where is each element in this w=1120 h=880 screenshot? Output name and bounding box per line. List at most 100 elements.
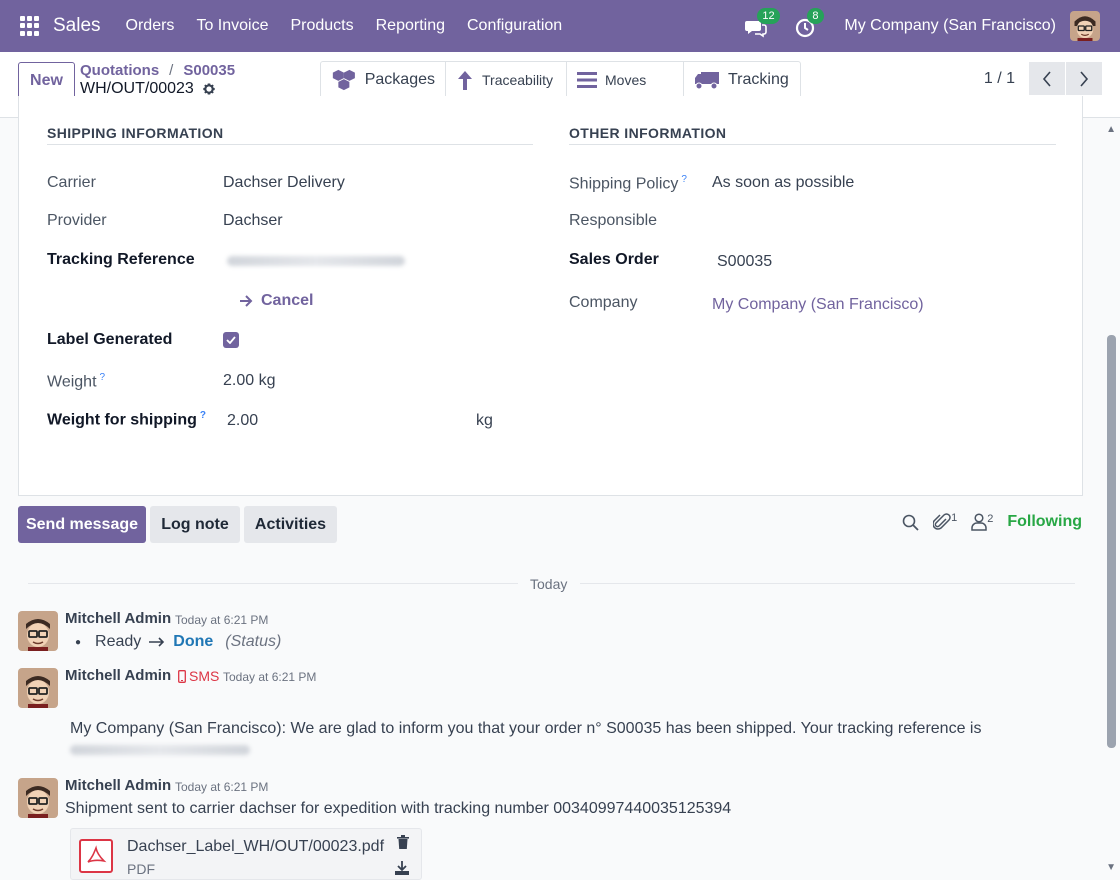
breadcrumb-order[interactable]: S00035 xyxy=(183,62,235,79)
shipping-information-title: SHIPPING INFORMATION xyxy=(47,125,224,141)
scrollbar-thumb[interactable] xyxy=(1107,335,1116,748)
attachment-name[interactable]: Dachser_Label_WH/OUT/00023.pdf xyxy=(127,838,384,856)
activities-badge: 8 xyxy=(807,8,824,24)
message-avatar[interactable] xyxy=(18,611,58,651)
date-divider-left xyxy=(28,583,518,584)
app-name[interactable]: Sales xyxy=(53,15,101,37)
cancel-shipment-link[interactable]: Cancel xyxy=(239,292,313,310)
bars-icon xyxy=(577,72,597,88)
activities-button[interactable]: Activities xyxy=(244,506,337,543)
carrier-field[interactable]: Dachser Delivery xyxy=(223,174,345,192)
cubes-icon xyxy=(332,69,355,91)
menu-orders[interactable]: Orders xyxy=(115,17,186,35)
tracking-reference-field[interactable] xyxy=(227,256,405,266)
breadcrumb-separator: / xyxy=(169,62,174,79)
message-author[interactable]: Mitchell Admin xyxy=(65,777,171,794)
followers-button[interactable]: 2 xyxy=(971,513,993,531)
message-avatar[interactable] xyxy=(18,778,58,818)
weight-label: Weight? xyxy=(47,372,106,391)
activities-clock-icon[interactable]: 8 xyxy=(794,8,824,40)
message-time: Today at 6:21 PM xyxy=(223,670,317,684)
weight-shipping-input[interactable]: 2.00 xyxy=(227,412,258,430)
message-avatar[interactable] xyxy=(18,668,58,708)
arrow-right-icon xyxy=(240,295,253,307)
check-icon xyxy=(226,336,236,344)
sms-label: SMS xyxy=(189,668,220,684)
long-arrow-right-icon xyxy=(149,637,165,647)
sms-message-body: My Company (San Francisco): We are glad … xyxy=(70,720,982,737)
log-note-button[interactable]: Log note xyxy=(150,506,240,543)
menu-reporting[interactable]: Reporting xyxy=(365,17,456,35)
menu-configuration[interactable]: Configuration xyxy=(456,17,573,35)
label-generated-label: Label Generated xyxy=(47,331,173,348)
shipment-message-body: Shipment sent to carrier dachser for exp… xyxy=(65,800,732,817)
main-menu: Orders To Invoice Products Reporting Con… xyxy=(115,17,574,35)
search-icon xyxy=(902,514,919,531)
breadcrumb-quotations[interactable]: Quotations xyxy=(80,62,159,79)
message-time: Today at 6:21 PM xyxy=(175,613,269,627)
breadcrumb: Quotations / S00035 WH/OUT/00023 xyxy=(80,62,235,98)
packages-button[interactable]: Packages xyxy=(321,62,446,98)
cancel-label: Cancel xyxy=(261,292,314,309)
moves-label: Moves xyxy=(605,72,647,88)
pager-value[interactable]: 1 / 1 xyxy=(984,70,1015,88)
menu-products[interactable]: Products xyxy=(279,17,364,35)
sales-order-label: Sales Order xyxy=(569,251,659,268)
scroll-down-arrow-icon[interactable]: ▼ xyxy=(1106,862,1116,873)
provider-label: Provider xyxy=(47,212,107,229)
attachments-count: 1 xyxy=(951,512,958,524)
arrow-up-icon xyxy=(458,71,472,90)
mobile-phone-icon xyxy=(178,669,186,683)
sms-tracking-reference xyxy=(70,745,250,755)
packages-label: Packages xyxy=(364,71,435,88)
gear-icon[interactable] xyxy=(202,82,216,96)
pager-previous-button[interactable] xyxy=(1029,62,1065,95)
shipping-policy-help-icon[interactable]: ? xyxy=(681,174,687,185)
menu-to-invoice[interactable]: To Invoice xyxy=(185,17,279,35)
pager: 1 / 1 xyxy=(984,62,1120,95)
form-sheet: SHIPPING INFORMATION OTHER INFORMATION C… xyxy=(18,96,1083,496)
tracking-button[interactable]: Tracking xyxy=(684,62,800,98)
new-button[interactable]: New xyxy=(18,62,75,99)
followers-count: 2 xyxy=(987,513,994,525)
company-switcher[interactable]: My Company (San Francisco) xyxy=(844,17,1056,35)
send-message-button[interactable]: Send message xyxy=(18,506,146,543)
weight-help-icon[interactable]: ? xyxy=(100,372,106,383)
pdf-file-icon xyxy=(79,839,113,873)
sales-order-field[interactable]: S00035 xyxy=(717,253,772,271)
other-divider xyxy=(569,144,1056,145)
tracking-value-change: ● Ready Done (Status) xyxy=(75,633,282,650)
smart-buttons: Packages Traceability Moves Tracking xyxy=(320,61,801,99)
traceability-button[interactable]: Traceability xyxy=(446,62,567,98)
old-status: Ready xyxy=(95,633,142,650)
search-messages-button[interactable] xyxy=(902,514,919,531)
messaging-icon[interactable]: 12 xyxy=(744,8,780,40)
sms-tag: SMS xyxy=(178,668,219,684)
attachments-button[interactable]: 1 xyxy=(933,512,957,532)
following-button[interactable]: Following xyxy=(1007,513,1082,531)
trash-icon[interactable] xyxy=(397,835,409,852)
chevron-left-icon xyxy=(1042,70,1051,87)
attachment-type: PDF xyxy=(127,861,155,877)
message-author[interactable]: Mitchell Admin xyxy=(65,667,171,684)
user-icon xyxy=(971,513,987,531)
new-status: Done xyxy=(173,633,214,650)
download-icon[interactable] xyxy=(395,861,409,878)
responsible-field[interactable] xyxy=(712,212,1042,234)
apps-menu-icon[interactable] xyxy=(20,16,40,36)
label-generated-checkbox[interactable] xyxy=(223,332,239,348)
shipping-policy-select[interactable]: As soon as possible xyxy=(712,174,854,192)
weight-shipping-label: Weight for shipping? xyxy=(47,410,207,429)
attachment-card[interactable]: Dachser_Label_WH/OUT/00023.pdf PDF xyxy=(70,828,422,880)
company-link[interactable]: My Company (San Francisco) xyxy=(712,296,924,314)
pager-next-button[interactable] xyxy=(1066,62,1102,95)
weight-shipping-help-icon[interactable]: ? xyxy=(200,410,206,421)
scroll-up-arrow-icon[interactable]: ▲ xyxy=(1106,124,1116,135)
message-author[interactable]: Mitchell Admin xyxy=(65,610,171,627)
moves-button[interactable]: Moves xyxy=(567,62,684,98)
carrier-label: Carrier xyxy=(47,174,96,191)
weight-value: 2.00 kg xyxy=(223,372,276,389)
date-divider-label: Today xyxy=(530,576,568,592)
user-avatar[interactable] xyxy=(1070,11,1100,41)
chatter-tools: 1 2 Following xyxy=(902,512,1082,532)
